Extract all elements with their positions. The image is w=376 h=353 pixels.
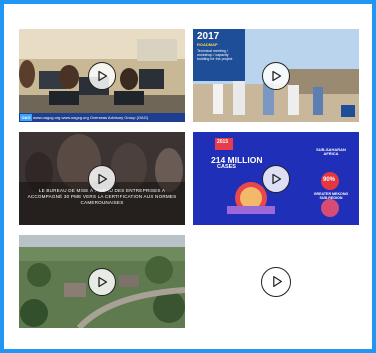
cases-label: CASES xyxy=(217,164,236,170)
video-tile-classroom[interactable]: www.oagcg.org www.oagcg.org Overseas Adv… xyxy=(19,29,185,122)
play-icon xyxy=(272,70,282,81)
oag-logo: OAG xyxy=(20,114,32,121)
video-tile-aerial[interactable] xyxy=(19,235,185,328)
video-footer-text: www.oagcg.org www.oagcg.org Overseas Adv… xyxy=(19,113,185,122)
year-label: 2017 xyxy=(197,31,220,42)
play-icon xyxy=(272,173,282,184)
year-label: 2015 xyxy=(217,139,229,145)
video-grid: www.oagcg.org www.oagcg.org Overseas Adv… xyxy=(19,29,359,328)
play-icon xyxy=(272,276,282,287)
play-button[interactable] xyxy=(262,164,290,193)
play-button[interactable] xyxy=(88,267,116,296)
region-label: SUB-SAHARAN AFRICA xyxy=(316,147,346,157)
video-tile-empty[interactable] xyxy=(193,235,359,328)
play-button[interactable] xyxy=(88,61,116,90)
play-icon xyxy=(98,173,108,184)
percent-label: 90% xyxy=(323,177,336,183)
ceremony-blurb: Technical meeting / workshop / capacity … xyxy=(197,49,233,61)
video-gallery-panel: www.oagcg.org www.oagcg.org Overseas Adv… xyxy=(4,4,372,349)
play-button[interactable] xyxy=(88,164,116,193)
video-tile-certification[interactable]: Le bureau de mise à niveau des entrepris… xyxy=(19,132,185,225)
play-button[interactable] xyxy=(261,266,291,297)
play-button[interactable] xyxy=(262,61,290,90)
play-icon xyxy=(98,276,108,287)
roadmap-label: ROADMAP xyxy=(197,42,218,47)
video-tile-infographic[interactable]: 2015 214 MILLION CASES SUB-SAHARAN AFRIC… xyxy=(193,132,359,225)
subregion-label: GREATER MEKONG SUB-REGION xyxy=(313,192,349,200)
play-icon xyxy=(98,70,108,81)
video-tile-ceremony[interactable]: 2017 ROADMAP Technical meeting / worksho… xyxy=(193,29,359,122)
